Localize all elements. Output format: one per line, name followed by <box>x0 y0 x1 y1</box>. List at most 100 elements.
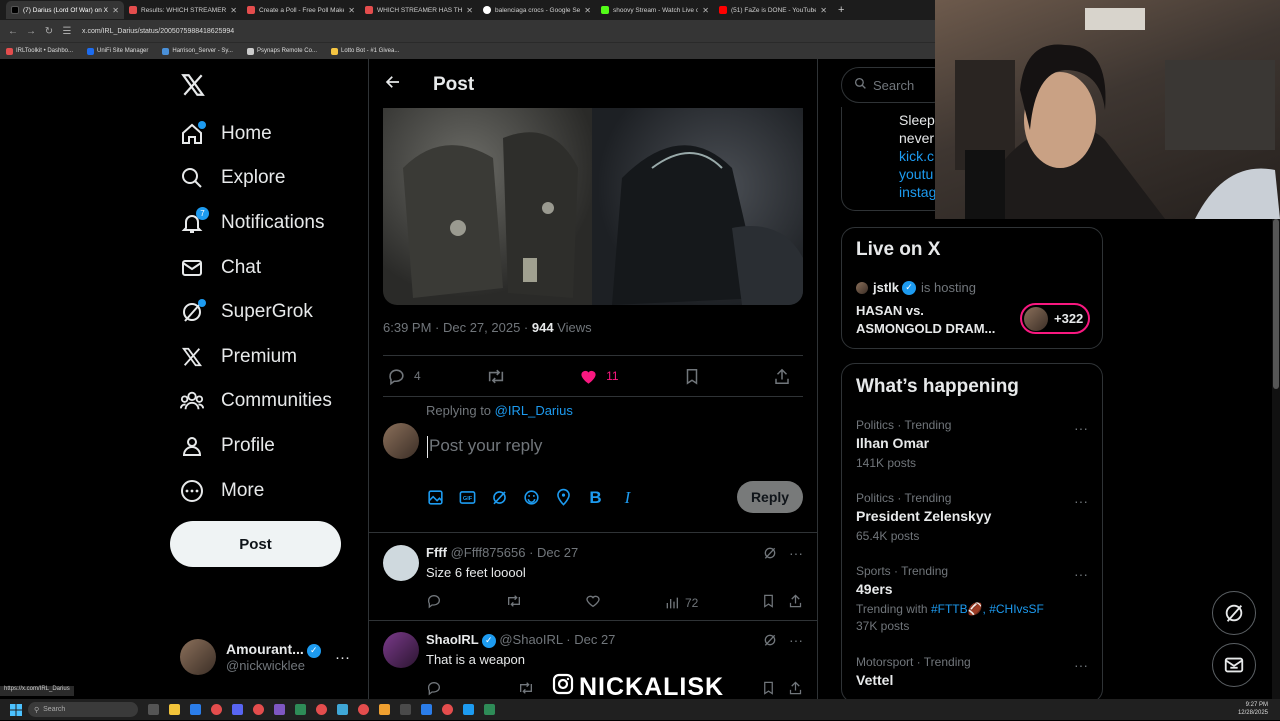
repost-icon[interactable] <box>505 593 523 612</box>
browser-tab[interactable]: (51) FaZe is DONE - YouTube ✕ <box>714 1 832 19</box>
close-icon[interactable]: ✕ <box>820 6 827 15</box>
grok-button[interactable] <box>1212 591 1256 635</box>
sidebar-item-profile[interactable]: Profile <box>180 428 275 464</box>
sidebar-item-supergrok[interactable]: SuperGrok <box>180 294 313 330</box>
taskbar-clock[interactable]: 9:27 PM 12/28/2025 <box>1238 701 1268 717</box>
trend-item[interactable]: Motorsport · Trending Vettel <box>856 655 971 688</box>
windows-start-icon[interactable] <box>10 703 22 721</box>
browser-tab[interactable]: Create a Poll - Free Poll Maker ✕ <box>242 1 360 19</box>
more-dots-icon[interactable]: ··· <box>1074 420 1088 436</box>
post-image[interactable] <box>592 108 803 305</box>
profile-link[interactable]: youtu <box>899 166 933 182</box>
post-button[interactable]: Post <box>170 521 341 567</box>
hashtag-link[interactable]: #FTTB🏈, #CHIvsSF <box>931 602 1044 616</box>
app-icon[interactable] <box>484 704 495 715</box>
share-button[interactable] <box>773 367 799 386</box>
new-tab-button[interactable]: + <box>838 4 844 16</box>
more-dots-icon[interactable]: ··· <box>335 649 350 666</box>
close-icon[interactable]: ✕ <box>112 6 119 15</box>
scrollbar-thumb[interactable] <box>1273 219 1279 389</box>
forward-arrow-icon[interactable]: → <box>26 26 36 37</box>
live-stream-title[interactable]: HASAN vs. ASMONGOLD DRAM... <box>856 302 1006 338</box>
close-icon[interactable]: ✕ <box>466 6 473 15</box>
reload-icon[interactable]: ↻ <box>44 26 54 37</box>
bookmark[interactable]: Psynaps Remote Co... <box>246 47 317 55</box>
more-dots-icon[interactable]: ··· <box>1074 566 1088 582</box>
browser-tab[interactable]: balenciaga crocs - Google Sear ✕ <box>478 1 596 19</box>
grok-icon[interactable] <box>762 632 778 653</box>
bookmark-icon[interactable] <box>761 593 776 612</box>
scrollbar[interactable] <box>1272 219 1280 700</box>
file-explorer-icon[interactable] <box>169 704 180 715</box>
bookmark[interactable]: UniFi Site Manager <box>87 47 148 55</box>
messages-button[interactable] <box>1212 643 1256 687</box>
trend-item[interactable]: Politics · Trending President Zelenskyy … <box>856 491 991 543</box>
like-button[interactable]: 11 <box>579 367 619 386</box>
repost-icon[interactable] <box>517 680 535 698</box>
edge-icon[interactable] <box>190 704 201 715</box>
post-media[interactable] <box>383 108 803 305</box>
chrome-icon[interactable] <box>253 704 264 715</box>
views-count[interactable]: 72 <box>664 595 698 611</box>
bookmark[interactable]: Lotto Bot - #1 Givea... <box>330 47 399 55</box>
more-dots-icon[interactable]: ··· <box>1074 657 1088 673</box>
more-dots-icon[interactable]: ··· <box>789 632 803 648</box>
chrome-icon[interactable] <box>316 704 327 715</box>
profile-link[interactable]: kick.c <box>899 148 934 164</box>
grok-icon[interactable] <box>762 545 778 566</box>
bookmark[interactable]: Harrison_Server - Sy... <box>162 47 233 55</box>
bookmark[interactable]: IRLToolkit • Dashbo... <box>6 47 73 55</box>
chrome-icon[interactable] <box>442 704 453 715</box>
image-icon[interactable] <box>426 488 445 512</box>
more-dots-icon[interactable]: ··· <box>789 545 803 561</box>
live-host[interactable]: jstlk ✓ is hosting <box>856 280 976 295</box>
app-icon[interactable] <box>295 704 306 715</box>
reply-button[interactable]: 4 <box>387 367 421 386</box>
mention-link[interactable]: @IRL_Darius <box>495 403 573 418</box>
location-icon[interactable] <box>554 488 573 512</box>
close-icon[interactable]: ✕ <box>584 6 591 15</box>
app-icon[interactable] <box>274 704 285 715</box>
chrome-icon[interactable] <box>358 704 369 715</box>
browser-tab[interactable]: Results: WHICH STREAMER HA✕ <box>124 1 242 19</box>
site-info-icon[interactable]: ☰ <box>62 26 72 37</box>
task-view-icon[interactable] <box>148 704 159 715</box>
reply-icon[interactable] <box>426 593 442 612</box>
sidebar-item-premium[interactable]: Premium <box>180 339 297 375</box>
browser-tab[interactable]: shoovy Stream - Watch Live on ✕ <box>596 1 714 19</box>
browser-tab[interactable]: WHICH STREAMER HAS THE BI✕ <box>360 1 478 19</box>
back-arrow-icon[interactable]: ← <box>8 26 18 37</box>
sidebar-item-explore[interactable]: Explore <box>180 160 285 196</box>
more-dots-icon[interactable]: ··· <box>1074 493 1088 509</box>
browser-tab[interactable]: (7) Darius (Lord Of War) on X: ✕ <box>6 1 124 19</box>
sidebar-item-notifications[interactable]: 7 Notifications <box>180 205 325 241</box>
reply-input[interactable]: Post your reply <box>427 436 727 458</box>
close-icon[interactable]: ✕ <box>702 6 709 15</box>
repost-button[interactable] <box>485 367 515 386</box>
bookmark-button[interactable] <box>683 367 709 386</box>
italic-icon[interactable]: I <box>618 488 637 512</box>
close-icon[interactable]: ✕ <box>348 6 355 15</box>
bold-icon[interactable]: B <box>586 488 605 512</box>
x-logo-icon[interactable] <box>180 72 206 103</box>
live-listeners-button[interactable]: +322 <box>1020 303 1090 334</box>
sidebar-item-more[interactable]: More <box>180 473 264 509</box>
bookmark-icon[interactable] <box>761 680 776 698</box>
gif-icon[interactable]: GIF <box>458 488 477 512</box>
sidebar-item-chat[interactable]: Chat <box>180 250 261 286</box>
app-icon[interactable] <box>463 704 474 715</box>
url-field[interactable]: x.com/IRL_Darius/status/2005075988418625… <box>82 28 234 35</box>
obs-icon[interactable] <box>400 704 411 715</box>
chrome-icon[interactable] <box>211 704 222 715</box>
sidebar-item-communities[interactable]: Communities <box>180 383 332 419</box>
emoji-icon[interactable] <box>522 488 541 512</box>
like-icon[interactable] <box>585 593 601 612</box>
back-arrow-icon[interactable] <box>384 73 404 96</box>
share-icon[interactable] <box>788 680 803 698</box>
sidebar-item-home[interactable]: Home <box>180 116 272 152</box>
trend-item[interactable]: Politics · Trending Ilhan Omar 141K post… <box>856 418 951 470</box>
trend-item[interactable]: Sports · Trending 49ers Trending with #F… <box>856 564 1044 633</box>
reply-post[interactable]: Ffff @Ffff875656 · Dec 27 ··· Size 6 fee… <box>383 545 803 615</box>
post-image[interactable] <box>383 108 592 305</box>
close-icon[interactable]: ✕ <box>230 6 237 15</box>
